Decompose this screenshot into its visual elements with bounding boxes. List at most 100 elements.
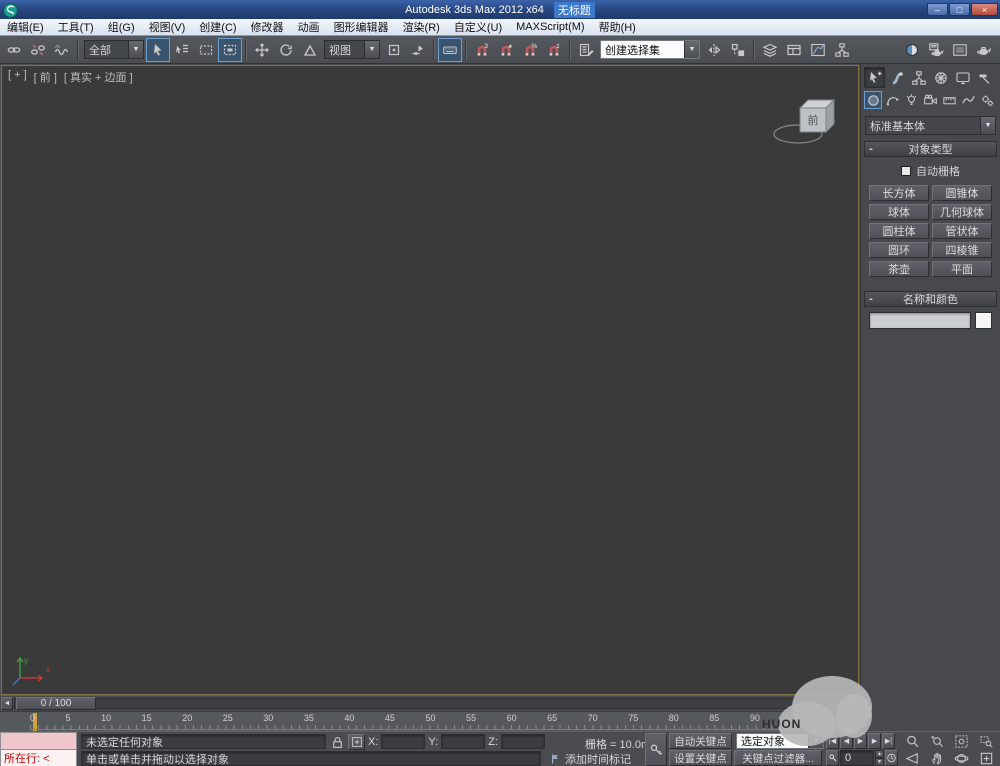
percent-snap-toggle[interactable]: % bbox=[518, 38, 542, 62]
viewport-shading-label[interactable]: [ 真实 + 边面 ] bbox=[64, 69, 133, 85]
keyboard-shortcut-override-toggle[interactable] bbox=[438, 38, 462, 62]
autogrid-checkbox[interactable] bbox=[901, 166, 911, 176]
menu-item-graph-editors[interactable]: 图形编辑器 bbox=[327, 19, 396, 35]
maximize-viewport-toggle[interactable] bbox=[975, 751, 999, 766]
menu-item-edit[interactable]: 编辑(E) bbox=[0, 19, 51, 35]
named-selection-sets-dropdown[interactable]: 创建选择集▼ bbox=[600, 40, 700, 59]
menu-item-rendering[interactable]: 渲染(R) bbox=[396, 19, 447, 35]
menu-item-customize[interactable]: 自定义(U) bbox=[447, 19, 509, 35]
zoom-region-button[interactable] bbox=[975, 733, 999, 749]
time-slider-track[interactable] bbox=[14, 698, 846, 709]
obj-button-cone[interactable]: 圆锥体 bbox=[932, 185, 992, 201]
mirror-button[interactable] bbox=[702, 38, 726, 62]
graphite-ribbon-toggle[interactable] bbox=[782, 38, 806, 62]
listener-macro-line[interactable] bbox=[0, 732, 77, 750]
time-tag[interactable]: 添加时间标记 bbox=[549, 751, 631, 766]
obj-button-teapot[interactable]: 茶壶 bbox=[869, 261, 929, 277]
time-tag-label[interactable]: 添加时间标记 bbox=[565, 751, 631, 766]
object-color-swatch[interactable] bbox=[975, 312, 992, 329]
window-crossing-toggle[interactable] bbox=[218, 38, 242, 62]
menu-item-modifiers[interactable]: 修改器 bbox=[244, 19, 291, 35]
select-by-name-button[interactable] bbox=[170, 38, 194, 62]
align-button[interactable] bbox=[726, 38, 750, 62]
spinner-down-icon[interactable]: ▼ bbox=[875, 758, 884, 766]
subtab-lights[interactable] bbox=[902, 91, 920, 109]
absolute-offset-toggle[interactable] bbox=[348, 734, 365, 750]
obj-button-geosphere[interactable]: 几何球体 bbox=[932, 204, 992, 220]
use-pivot-center-button[interactable] bbox=[382, 38, 406, 62]
obj-button-cylinder[interactable]: 圆柱体 bbox=[869, 223, 929, 239]
orbit-button[interactable] bbox=[950, 751, 974, 766]
material-editor-button[interactable] bbox=[900, 38, 924, 62]
spinner-up-icon[interactable]: ▲ bbox=[875, 750, 884, 758]
subtab-cameras[interactable] bbox=[921, 91, 939, 109]
time-configuration-button[interactable] bbox=[885, 750, 898, 766]
subtab-space-warps[interactable] bbox=[959, 91, 977, 109]
menu-item-tools[interactable]: 工具(T) bbox=[51, 19, 101, 35]
render-setup-button[interactable] bbox=[924, 38, 948, 62]
current-frame-field[interactable]: 0 bbox=[840, 750, 874, 766]
select-and-manipulate-button[interactable] bbox=[406, 38, 430, 62]
selection-lock-toggle[interactable] bbox=[329, 734, 346, 750]
menu-item-maxscript[interactable]: MAXScript(M) bbox=[509, 21, 591, 33]
zoom-extents-button[interactable] bbox=[950, 733, 974, 749]
3dsmax-logo-icon[interactable] bbox=[3, 3, 18, 18]
obj-button-torus[interactable]: 圆环 bbox=[869, 242, 929, 258]
set-key-toggle[interactable]: 设置关键点 bbox=[669, 750, 732, 766]
z-coordinate-field[interactable] bbox=[501, 734, 545, 749]
time-slider-handle[interactable]: 0 / 100 bbox=[16, 697, 96, 710]
time-slider-prev-arrow[interactable]: ◄ bbox=[1, 697, 13, 710]
zoom-button[interactable] bbox=[901, 733, 925, 749]
subtab-geometry[interactable] bbox=[864, 91, 882, 109]
select-and-scale-button[interactable] bbox=[298, 38, 322, 62]
selection-filter-dropdown[interactable]: 全部▼ bbox=[84, 40, 144, 59]
obj-button-pyramid[interactable]: 四棱锥 bbox=[932, 242, 992, 258]
auto-key-toggle[interactable]: 自动关键点 bbox=[669, 733, 732, 749]
tab-modify[interactable] bbox=[886, 67, 907, 88]
edit-named-selection-sets-button[interactable] bbox=[574, 38, 598, 62]
tab-create[interactable] bbox=[864, 67, 885, 88]
obj-button-sphere[interactable]: 球体 bbox=[869, 204, 929, 220]
maximize-button[interactable]: □ bbox=[949, 3, 970, 16]
pan-button[interactable] bbox=[926, 751, 950, 766]
key-mode-toggle[interactable] bbox=[826, 750, 839, 766]
name-color-rollout-header[interactable]: - 名称和颜色 bbox=[864, 291, 997, 307]
object-name-input[interactable] bbox=[869, 312, 971, 329]
menu-item-animation[interactable]: 动画 bbox=[291, 19, 327, 35]
frame-spinner[interactable]: ▲▼ bbox=[875, 750, 884, 766]
object-type-rollout-header[interactable]: - 对象类型 bbox=[864, 141, 997, 157]
menu-item-create[interactable]: 创建(C) bbox=[192, 19, 243, 35]
y-coordinate-field[interactable] bbox=[441, 734, 485, 749]
listener-prompt-line[interactable]: 所在行: < bbox=[0, 750, 77, 766]
next-frame-button[interactable]: ▶ bbox=[868, 733, 881, 749]
maxscript-mini-listener[interactable]: 所在行: < bbox=[0, 732, 77, 766]
tab-hierarchy[interactable] bbox=[908, 67, 929, 88]
angle-snap-toggle[interactable] bbox=[494, 38, 518, 62]
subtab-shapes[interactable] bbox=[883, 91, 901, 109]
select-and-move-button[interactable] bbox=[250, 38, 274, 62]
curve-editor-button[interactable] bbox=[806, 38, 830, 62]
tab-display[interactable] bbox=[952, 67, 973, 88]
obj-button-box[interactable]: 长方体 bbox=[869, 185, 929, 201]
obj-button-plane[interactable]: 平面 bbox=[932, 261, 992, 277]
layer-manager-button[interactable] bbox=[758, 38, 782, 62]
field-of-view-button[interactable] bbox=[901, 751, 925, 766]
obj-button-tube[interactable]: 管状体 bbox=[932, 223, 992, 239]
snaps-toggle-3d[interactable]: 3 bbox=[470, 38, 494, 62]
select-object-button[interactable] bbox=[146, 38, 170, 62]
minimize-button[interactable]: – bbox=[927, 3, 948, 16]
render-production-button[interactable] bbox=[972, 38, 996, 62]
go-to-end-button[interactable]: ▶| bbox=[882, 733, 895, 749]
schematic-view-button[interactable] bbox=[830, 38, 854, 62]
track-bar[interactable]: 0 5 10 15 20 25 30 35 40 45 50 55 60 65 … bbox=[0, 711, 860, 731]
key-filters-button[interactable]: 关键点过滤器... bbox=[734, 750, 822, 766]
set-keys-button[interactable] bbox=[645, 733, 667, 766]
unlink-selection-button[interactable] bbox=[26, 38, 50, 62]
subtab-systems[interactable] bbox=[978, 91, 996, 109]
tab-utilities[interactable] bbox=[974, 67, 995, 88]
primitive-type-dropdown[interactable]: 标准基本体 ▼ bbox=[865, 116, 996, 135]
rendered-frame-window-button[interactable] bbox=[948, 38, 972, 62]
viewcube[interactable]: 前 bbox=[772, 94, 838, 148]
spinner-snap-toggle[interactable] bbox=[542, 38, 566, 62]
rectangular-selection-region-button[interactable] bbox=[194, 38, 218, 62]
